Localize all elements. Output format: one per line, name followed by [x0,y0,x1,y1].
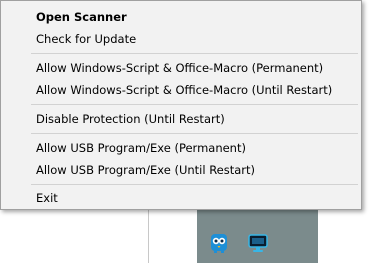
menu-separator [31,184,358,185]
menu-item-allow-usb-permanent[interactable]: Allow USB Program/Exe (Permanent) [2,137,360,159]
menu-separator [31,133,358,134]
context-menu: Open Scanner Check for Update Allow Wind… [0,0,362,210]
menu-separator [31,53,358,54]
menu-item-disable-protection[interactable]: Disable Protection (Until Restart) [2,108,360,130]
background-window [0,205,149,263]
desktop: Open Scanner Check for Update Allow Wind… [0,0,369,263]
owl-icon[interactable] [208,232,230,254]
monitor-icon[interactable] [247,232,269,254]
menu-item-exit[interactable]: Exit [2,187,360,209]
menu-item-allow-script-macro-permanent[interactable]: Allow Windows-Script & Office-Macro (Per… [2,57,360,79]
menu-item-allow-script-macro-until-restart[interactable]: Allow Windows-Script & Office-Macro (Unt… [2,79,360,101]
menu-item-open-scanner[interactable]: Open Scanner [2,6,360,28]
menu-item-allow-usb-until-restart[interactable]: Allow USB Program/Exe (Until Restart) [2,159,360,181]
menu-separator [31,104,358,105]
menu-item-check-for-update[interactable]: Check for Update [2,28,360,50]
